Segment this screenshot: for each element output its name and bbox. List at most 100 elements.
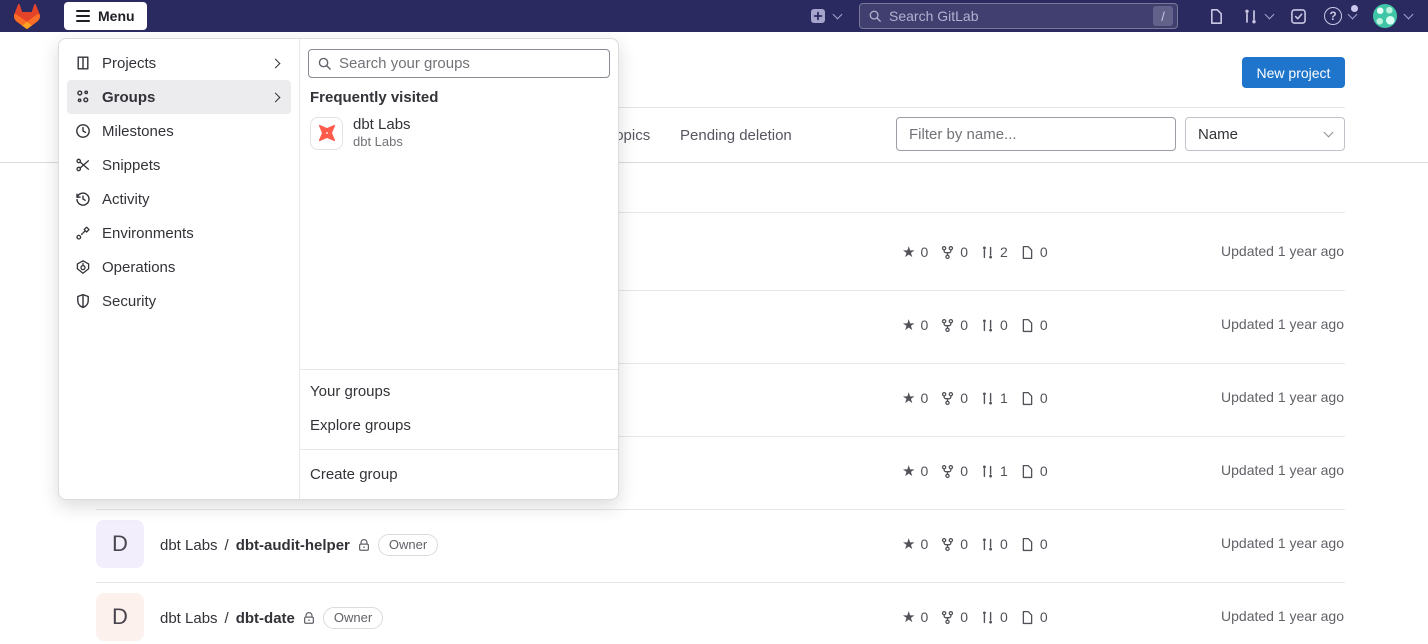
- project-namespace-link[interactable]: dbt Labs: [160, 537, 218, 554]
- forks-count: 0: [960, 463, 968, 479]
- stars-count: 0: [920, 463, 928, 479]
- project-namespace-link[interactable]: dbt Labs: [160, 610, 218, 627]
- merge-requests-stat[interactable]: 0: [980, 317, 1008, 333]
- stars-count: 0: [920, 609, 928, 625]
- issues-stat[interactable]: 0: [1020, 317, 1048, 333]
- global-search-input[interactable]: [889, 8, 1146, 24]
- issues-stat[interactable]: 0: [1020, 536, 1048, 552]
- create-group-link[interactable]: Create group: [310, 465, 398, 485]
- menu-item-label: Environments: [102, 225, 194, 242]
- menu-item-label: Projects: [102, 55, 156, 72]
- project-stats: ★0 0 0 0: [902, 315, 1048, 335]
- sort-dropdown-value: Name: [1198, 126, 1238, 143]
- issues-stat[interactable]: 0: [1020, 390, 1048, 406]
- user-menu-button[interactable]: [1373, 4, 1412, 28]
- issues-count: 0: [1040, 463, 1048, 479]
- new-menu-button[interactable]: [810, 8, 841, 24]
- menu-items-column: Projects Groups Milestones Snippets Acti…: [59, 39, 299, 499]
- owner-badge: Owner: [378, 534, 438, 556]
- merge-requests-stat[interactable]: 1: [980, 390, 1008, 406]
- issues-icon: [1020, 610, 1035, 625]
- fork-icon: [940, 464, 955, 479]
- panel-divider: [300, 369, 618, 370]
- project-title: dbt Labs / dbt-audit-helper Owner: [160, 534, 438, 556]
- issues-stat[interactable]: 0: [1020, 609, 1048, 625]
- group-title: dbt Labs: [353, 116, 411, 134]
- merge-request-icon: [980, 391, 995, 406]
- issues-icon: [1020, 318, 1035, 333]
- stars-stat[interactable]: ★0: [902, 536, 928, 552]
- forks-stat[interactable]: 0: [940, 317, 968, 333]
- stars-stat[interactable]: ★0: [902, 317, 928, 333]
- forks-count: 0: [960, 609, 968, 625]
- environment-icon: [75, 225, 91, 241]
- forks-stat[interactable]: 0: [940, 390, 968, 406]
- star-icon: ★: [902, 537, 915, 552]
- forks-stat[interactable]: 0: [940, 536, 968, 552]
- your-groups-link[interactable]: Your groups: [310, 382, 390, 402]
- sort-dropdown[interactable]: Name: [1185, 117, 1345, 151]
- filter-by-name-input[interactable]: [896, 117, 1176, 151]
- stars-stat[interactable]: ★0: [902, 463, 928, 479]
- menu-item-security[interactable]: Security: [67, 284, 291, 318]
- merge-requests-count: 0: [1000, 317, 1008, 333]
- menu-item-label: Operations: [102, 259, 175, 276]
- menu-item-operations[interactable]: Operations: [67, 250, 291, 284]
- global-search[interactable]: /: [859, 3, 1178, 29]
- menu-item-projects[interactable]: Projects: [67, 46, 291, 80]
- merge-requests-stat[interactable]: 2: [980, 244, 1008, 260]
- merge-requests-count: 1: [1000, 390, 1008, 406]
- fork-icon: [940, 537, 955, 552]
- issues-stat[interactable]: 0: [1020, 244, 1048, 260]
- merge-requests-stat[interactable]: 0: [980, 609, 1008, 625]
- fork-icon: [940, 391, 955, 406]
- merge-requests-stat[interactable]: 1: [980, 463, 1008, 479]
- menu-item-environments[interactable]: Environments: [67, 216, 291, 250]
- explore-groups-link[interactable]: Explore groups: [310, 416, 411, 436]
- chevron-right-icon: [271, 92, 281, 102]
- search-shortcut-badge: /: [1153, 6, 1173, 26]
- stars-stat[interactable]: ★0: [902, 390, 928, 406]
- project-avatar[interactable]: D: [96, 520, 144, 568]
- issues-count: 0: [1040, 317, 1048, 333]
- merge-requests-stat[interactable]: 0: [980, 536, 1008, 552]
- groups-search-input[interactable]: [339, 55, 601, 72]
- forks-stat[interactable]: 0: [940, 244, 968, 260]
- project-stats: ★0 0 0 0: [902, 607, 1048, 627]
- merge-request-icon: [1242, 8, 1259, 25]
- groups-search[interactable]: [308, 49, 610, 78]
- gitlab-logo[interactable]: [14, 4, 40, 29]
- help-button[interactable]: ?: [1324, 7, 1356, 25]
- project-name-link[interactable]: dbt-date: [236, 610, 295, 627]
- navbar-icons: ?: [1194, 4, 1412, 28]
- frequent-group-dbt-labs[interactable]: dbt Labs dbt Labs: [310, 116, 411, 150]
- menu-button[interactable]: Menu: [64, 2, 147, 30]
- issues-stat[interactable]: 0: [1020, 463, 1048, 479]
- merge-request-icon: [980, 464, 995, 479]
- gitlab-app: Menu /: [0, 0, 1428, 644]
- project-name-link[interactable]: dbt-audit-helper: [236, 537, 350, 554]
- stars-stat[interactable]: ★0: [902, 244, 928, 260]
- project-icon: [75, 55, 91, 71]
- merge-requests-button[interactable]: [1242, 8, 1273, 25]
- top-navbar: Menu /: [0, 0, 1428, 32]
- menu-item-snippets[interactable]: Snippets: [67, 148, 291, 182]
- merge-request-icon: [980, 318, 995, 333]
- forks-stat[interactable]: 0: [940, 609, 968, 625]
- tab-pending-deletion[interactable]: Pending deletion: [680, 108, 792, 162]
- new-project-button[interactable]: New project: [1242, 57, 1345, 88]
- stars-count: 0: [920, 317, 928, 333]
- clock-icon: [75, 123, 91, 139]
- issues-button[interactable]: [1208, 8, 1225, 25]
- search-icon: [868, 9, 882, 23]
- forks-count: 0: [960, 244, 968, 260]
- project-avatar[interactable]: D: [96, 593, 144, 641]
- owner-badge: Owner: [323, 607, 383, 629]
- menu-item-activity[interactable]: Activity: [67, 182, 291, 216]
- stars-stat[interactable]: ★0: [902, 609, 928, 625]
- menu-item-milestones[interactable]: Milestones: [67, 114, 291, 148]
- menu-item-groups[interactable]: Groups: [67, 80, 291, 114]
- chevron-down-icon: [833, 9, 843, 19]
- forks-stat[interactable]: 0: [940, 463, 968, 479]
- todos-button[interactable]: [1290, 8, 1307, 25]
